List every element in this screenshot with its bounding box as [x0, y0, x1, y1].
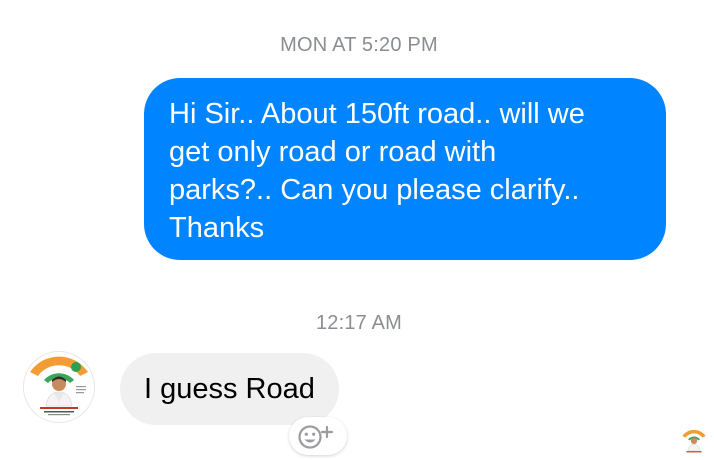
outgoing-message-bubble[interactable]: Hi Sir.. About 150ft road.. will we get …: [144, 78, 666, 260]
message-thread: MON AT 5:20 PM Hi Sir.. About 150ft road…: [0, 0, 714, 460]
incoming-message-bubble[interactable]: I guess Road: [120, 353, 339, 425]
contact-avatar[interactable]: [24, 352, 94, 422]
seen-avatar-icon: [680, 428, 708, 456]
avatar-image: [24, 352, 94, 422]
timestamp: 12:17 AM: [315, 312, 403, 334]
message-line: Hi Sir.. About 150ft road.. will we: [169, 98, 585, 130]
message-line: parks?.. Can you please clarify..: [169, 174, 580, 206]
timestamp: MON AT 5:20 PM: [280, 34, 438, 56]
add-reaction-icon: [298, 425, 334, 449]
message-line: Thanks: [169, 212, 265, 244]
message-line: get only road or road with: [169, 136, 497, 168]
add-reaction-button[interactable]: [289, 417, 347, 455]
seen-receipt-avatar: [680, 428, 708, 456]
